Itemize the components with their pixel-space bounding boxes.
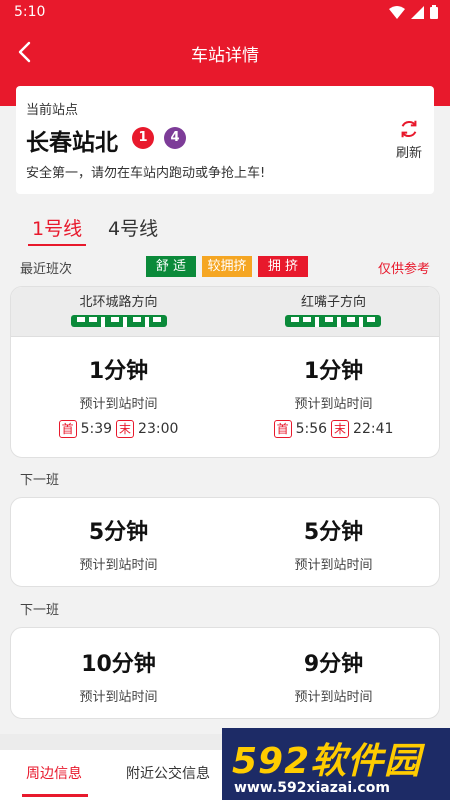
arrival-column-2: 9分钟 预计到站时间 <box>226 646 439 705</box>
legend-comfortable: 舒 适 <box>146 256 196 277</box>
arrival-time: 1分钟 <box>303 359 364 384</box>
current-station-label: 当前站点 <box>26 103 79 118</box>
last-train-time: 23:00 <box>138 421 179 437</box>
status-icons <box>389 5 438 19</box>
tab-nearby-bus-info[interactable]: 附近公交信息 <box>126 763 210 783</box>
last-train-time: 22:41 <box>353 421 394 437</box>
first-train-mark: 首 <box>273 420 292 438</box>
arrival-column-1: 5分钟 预计到站时间 <box>11 514 226 573</box>
active-tab-indicator <box>28 244 86 246</box>
last-train-mark: 末 <box>116 420 135 438</box>
page-title: 车站详情 <box>191 46 259 66</box>
station-name: 长春站北 <box>26 130 118 156</box>
eta-label: 预计到站时间 <box>294 558 373 573</box>
next-train-label: 下一班 <box>20 603 60 618</box>
line-badge-4: 4 <box>164 127 186 149</box>
direction-header: 北环城路方向 红嘴子方向 <box>11 287 439 337</box>
arrival-card-2: 5分钟 预计到站时间 5分钟 预计到站时间 <box>10 497 440 587</box>
bottom-tab-indicator <box>22 794 88 797</box>
arrival-column-2: 5分钟 预计到站时间 <box>226 514 439 573</box>
first-train-mark: 首 <box>58 420 77 438</box>
refresh-button[interactable]: 刷新 <box>392 118 426 161</box>
signal-icon <box>411 5 424 19</box>
line-badge-1: 1 <box>132 127 154 149</box>
eta-label: 预计到站时间 <box>294 397 373 412</box>
eta-label: 预计到站时间 <box>79 690 158 705</box>
arrival-card-1: 北环城路方向 红嘴子方向 1分钟 预计到站时间 首 5:39 末 23:00 1… <box>10 286 440 458</box>
arrival-time: 1分钟 <box>88 359 149 384</box>
tab-nearby-info[interactable]: 周边信息 <box>26 763 82 783</box>
status-bar: 5:10 <box>0 0 450 24</box>
last-train-mark: 末 <box>331 420 350 438</box>
first-train-time: 5:39 <box>80 421 113 437</box>
train-icon <box>285 315 381 327</box>
wifi-icon <box>389 5 405 19</box>
refresh-icon <box>401 120 417 138</box>
arrival-column-1: 1分钟 预计到站时间 首 5:39 末 23:00 <box>11 353 226 438</box>
station-card: 当前站点 长春站北 1 4 安全第一，请勿在车站内跑动或争抢上车! 刷新 <box>16 86 434 194</box>
app-bar: 车站详情 <box>0 24 450 80</box>
refresh-label: 刷新 <box>395 146 422 161</box>
first-train-time: 5:56 <box>295 421 328 437</box>
eta-label: 预计到站时间 <box>79 558 158 573</box>
arrival-time: 9分钟 <box>303 652 364 677</box>
arrival-time: 5分钟 <box>88 520 149 545</box>
arrival-time: 10分钟 <box>81 652 156 677</box>
tab-line-4[interactable]: 4号线 <box>108 214 158 241</box>
watermark-brand: 592软件园 <box>232 741 422 782</box>
direction-name-2: 红嘴子方向 <box>300 295 366 310</box>
watermark-url: www.592xiazai.com <box>234 780 390 796</box>
eta-label: 预计到站时间 <box>294 690 373 705</box>
arrival-column-2: 1分钟 预计到站时间 首 5:56 末 22:41 <box>226 353 439 438</box>
eta-label: 预计到站时间 <box>79 397 158 412</box>
first-last-times: 首 5:39 末 23:00 <box>11 420 226 438</box>
arrival-card-3: 10分钟 预计到站时间 9分钟 预计到站时间 <box>10 627 440 719</box>
legend-very-crowded: 拥 挤 <box>258 256 308 277</box>
train-icon <box>71 315 167 327</box>
line-tabs: 1号线 4号线 <box>0 206 450 246</box>
battery-icon <box>430 5 438 19</box>
direction-name-1: 北环城路方向 <box>79 295 158 310</box>
legend-crowded: 较拥挤 <box>202 256 252 277</box>
status-time: 5:10 <box>14 4 46 20</box>
next-train-label: 下一班 <box>20 473 60 488</box>
arrival-column-1: 10分钟 预计到站时间 <box>11 646 226 705</box>
first-last-times: 首 5:56 末 22:41 <box>226 420 439 438</box>
reference-note: 仅供参考 <box>377 262 430 277</box>
recent-trains-row: 最近班次 舒 适 较拥挤 拥 挤 仅供参考 <box>0 254 450 278</box>
watermark-logo: 592软件园 www.592xiazai.com <box>222 728 450 800</box>
arrival-time: 5分钟 <box>303 520 364 545</box>
recent-trains-label: 最近班次 <box>20 262 73 277</box>
tab-line-1[interactable]: 1号线 <box>32 214 82 241</box>
safety-notice: 安全第一，请勿在车站内跑动或争抢上车! <box>26 166 266 181</box>
